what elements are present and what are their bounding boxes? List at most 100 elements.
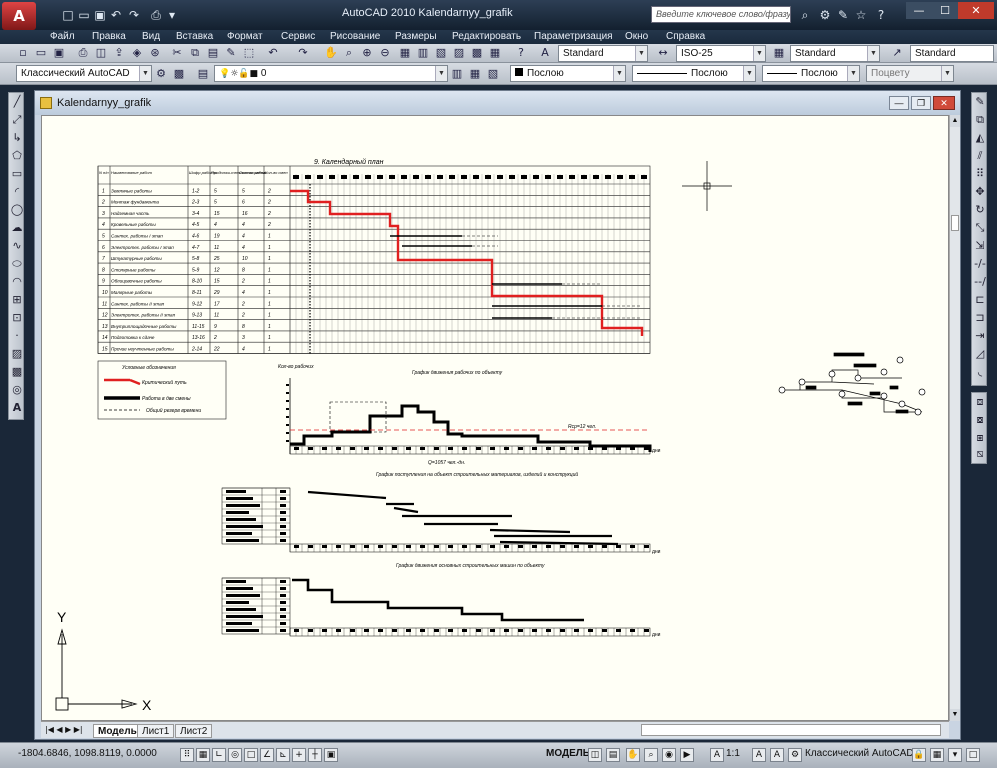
model-toggle[interactable]: МОДЕЛЬ: [546, 748, 590, 759]
scroll-up-icon[interactable]: ▲: [950, 115, 960, 127]
markup-icon[interactable]: ▩: [470, 46, 484, 60]
multiline-text-icon[interactable]: A: [10, 401, 24, 415]
make-current-layer-icon[interactable]: ▥: [450, 67, 464, 81]
polygon-icon[interactable]: ⬠: [10, 149, 24, 163]
insert-block-icon[interactable]: ⊞: [10, 293, 24, 307]
annotation-scale-icon[interactable]: A: [710, 748, 724, 762]
vertical-scrollbar[interactable]: ▲ ▼: [949, 115, 960, 721]
offset-icon[interactable]: ⫽: [973, 149, 987, 163]
menu-dimension[interactable]: Размеры: [395, 30, 437, 44]
bring-to-front-icon[interactable]: ⧈: [973, 395, 987, 409]
print-icon[interactable]: ⎙: [149, 8, 163, 22]
gradient-icon[interactable]: ▩: [10, 365, 24, 379]
extend-icon[interactable]: --/: [973, 275, 987, 289]
communication-center-icon[interactable]: ⚙: [818, 8, 832, 22]
qnew-icon[interactable]: ▫: [16, 46, 30, 60]
search-input[interactable]: Введите ключевое слово/фразу: [651, 6, 791, 23]
calculator-icon[interactable]: ▦: [488, 46, 502, 60]
annotation-scale-value[interactable]: 1:1: [726, 748, 740, 759]
zoom-realtime-icon[interactable]: ⌕: [342, 46, 356, 60]
plot-icon[interactable]: ⎙: [76, 46, 90, 60]
save-icon[interactable]: ▣: [52, 46, 66, 60]
break-icon[interactable]: ⊐: [973, 311, 987, 325]
match-properties-icon[interactable]: ✎: [224, 46, 238, 60]
tab-nav-arrows-icon[interactable]: |◀ ◀ ▶ ▶|: [45, 725, 83, 734]
pan-icon[interactable]: ✋: [626, 748, 640, 762]
design-center-icon[interactable]: ▥: [416, 46, 430, 60]
trim-icon[interactable]: -/-: [973, 257, 987, 271]
lock-icon[interactable]: 🔒: [912, 748, 926, 762]
move-icon[interactable]: ✥: [973, 185, 987, 199]
workspace-switch-icon[interactable]: ⚙: [788, 748, 802, 762]
zoom-window-icon[interactable]: ⊕: [360, 46, 374, 60]
minimize-button[interactable]: —: [906, 2, 932, 19]
dim-style-icon[interactable]: ↔: [656, 46, 670, 60]
status-menu-icon[interactable]: ▾: [948, 748, 962, 762]
undo-icon[interactable]: ↶: [266, 46, 280, 60]
ellipse-icon[interactable]: ⬭: [10, 257, 24, 271]
make-block-icon[interactable]: ⊡: [10, 311, 24, 325]
showmotion-icon[interactable]: ▶: [680, 748, 694, 762]
help-icon[interactable]: ?: [874, 8, 888, 22]
save-icon[interactable]: ▣: [93, 8, 107, 22]
plot-preview-icon[interactable]: ◫: [94, 46, 108, 60]
cut-icon[interactable]: ✂: [170, 46, 184, 60]
maximize-button[interactable]: ☐: [932, 2, 958, 19]
linetype-select[interactable]: Послою ▼: [632, 65, 756, 82]
menu-edit[interactable]: Правка: [92, 30, 126, 44]
favorites-icon[interactable]: ☆: [854, 8, 868, 22]
sheet-set-icon[interactable]: ▨: [452, 46, 466, 60]
scroll-thumb[interactable]: [951, 215, 959, 231]
chamfer-icon[interactable]: ◿: [973, 347, 987, 361]
menu-format[interactable]: Формат: [227, 30, 263, 44]
undo-icon[interactable]: ↶: [109, 8, 123, 22]
ellipse-arc-icon[interactable]: ◠: [10, 275, 24, 289]
multileader-style-icon[interactable]: ↗: [890, 46, 904, 60]
layout-view-icon[interactable]: ◫: [588, 748, 602, 762]
paste-icon[interactable]: ▤: [206, 46, 220, 60]
hardware-accel-icon[interactable]: ▦: [930, 748, 944, 762]
pan-icon[interactable]: ✋: [324, 46, 338, 60]
tool-palettes-icon[interactable]: ▧: [434, 46, 448, 60]
table-style-icon[interactable]: ▦: [772, 46, 786, 60]
quick-view-icon[interactable]: ▤: [606, 748, 620, 762]
steering-wheel-icon[interactable]: ◉: [662, 748, 676, 762]
redo-icon[interactable]: ↷: [127, 8, 141, 22]
join-icon[interactable]: ⇥: [973, 329, 987, 343]
layer-previous-icon[interactable]: ▦: [468, 67, 482, 81]
region-icon[interactable]: ◎: [10, 383, 24, 397]
tab-layout2[interactable]: Лист2: [175, 724, 213, 738]
polyline-icon[interactable]: ↳: [10, 131, 24, 145]
scale-icon[interactable]: ⤡: [973, 221, 987, 235]
rotate-icon[interactable]: ↻: [973, 203, 987, 217]
send-to-back-icon[interactable]: ⧇: [973, 413, 987, 427]
stretch-icon[interactable]: ⇲: [973, 239, 987, 253]
3d-print-icon[interactable]: ◈: [130, 46, 144, 60]
workspace-status[interactable]: Классический AutoCAD: [805, 748, 914, 759]
redo-icon[interactable]: ↷: [296, 46, 310, 60]
menu-view[interactable]: Вид: [142, 30, 160, 44]
menu-help[interactable]: Справка: [666, 30, 705, 44]
subscription-center-icon[interactable]: ✎: [836, 8, 850, 22]
scroll-down-icon[interactable]: ▼: [950, 709, 960, 721]
copy-icon[interactable]: ⧉: [188, 46, 202, 60]
object-snap-icon[interactable]: □: [244, 748, 258, 762]
plotstyle-select[interactable]: Поцвету ▼: [866, 65, 954, 82]
table-style-select[interactable]: Standard ▼: [790, 45, 880, 62]
model-space-canvas[interactable]: 9. Календарный план N п/п Наименование ра…: [41, 115, 949, 721]
drawing-minimize-button[interactable]: —: [889, 96, 909, 110]
drawing-close-button[interactable]: ✕: [933, 96, 955, 110]
menu-modify[interactable]: Редактировать: [452, 30, 521, 44]
break-at-point-icon[interactable]: ⊏: [973, 293, 987, 307]
menu-window[interactable]: Окно: [625, 30, 648, 44]
layer-manager-icon[interactable]: ▤: [196, 67, 210, 81]
object-snap-tracking-icon[interactable]: ∠: [260, 748, 274, 762]
dim-style-select[interactable]: ISO-25 ▼: [676, 45, 766, 62]
layer-select[interactable]: 💡☼🔓■ 0 ▼: [214, 65, 448, 82]
rectangle-icon[interactable]: ▭: [10, 167, 24, 181]
revision-cloud-icon[interactable]: ☁: [10, 221, 24, 235]
text-style-select[interactable]: Standard ▼: [558, 45, 648, 62]
fillet-icon[interactable]: ◟: [973, 365, 987, 379]
dynamic-input-icon[interactable]: +: [292, 748, 306, 762]
help-icon[interactable]: ?: [514, 46, 528, 60]
